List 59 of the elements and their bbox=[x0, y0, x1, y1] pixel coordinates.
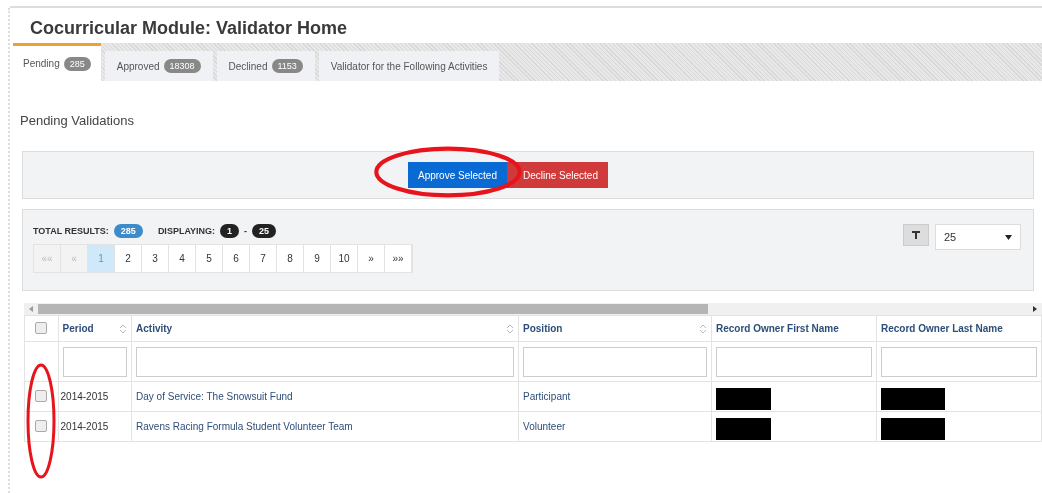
table-cell: Day of Service: The Snowsuit Fund bbox=[136, 391, 293, 402]
page-title: Cocurricular Module: Validator Home bbox=[30, 18, 349, 39]
table-cell: Ravens Racing Formula Student Volunteer Team bbox=[136, 421, 353, 432]
sort-icon[interactable] bbox=[698, 323, 707, 334]
column-header[interactable]: Activity bbox=[136, 323, 173, 334]
page-link[interactable]: 7 bbox=[250, 245, 277, 272]
tab[interactable]: Approved 18308 bbox=[104, 51, 213, 81]
page-link[interactable]: »» bbox=[385, 245, 412, 272]
column-header[interactable]: Position bbox=[523, 323, 563, 334]
page-link[interactable]: 9 bbox=[304, 245, 331, 272]
table-cell: 2014-2015 bbox=[60, 421, 109, 432]
row-checkbox[interactable] bbox=[35, 419, 48, 432]
page-link[interactable]: » bbox=[358, 245, 385, 272]
page-link[interactable]: 8 bbox=[277, 245, 304, 272]
column-filter-field[interactable] bbox=[881, 346, 1037, 377]
page-link[interactable]: 4 bbox=[169, 245, 196, 272]
displaying-label: DISPLAYING: bbox=[157, 226, 216, 236]
column-filter-field[interactable] bbox=[62, 346, 128, 377]
page-size-select[interactable]: 25 bbox=[935, 224, 1021, 250]
sort-icon[interactable] bbox=[119, 323, 128, 334]
table-cell: Volunteer bbox=[523, 421, 566, 432]
section-title: Pending Validations bbox=[19, 112, 135, 126]
action-button[interactable]: Decline Selected bbox=[506, 162, 608, 188]
filter-icon bbox=[912, 231, 920, 239]
action-button[interactable]: Approve Selected bbox=[408, 162, 507, 188]
scroll-left-icon[interactable] bbox=[28, 306, 34, 312]
column-filter-field[interactable] bbox=[136, 346, 515, 377]
page-link[interactable]: 3 bbox=[142, 245, 169, 272]
column-filter-field[interactable] bbox=[715, 346, 872, 377]
page-link[interactable]: 5 bbox=[196, 245, 223, 272]
page-link[interactable]: 10 bbox=[331, 245, 358, 272]
column-header[interactable]: Period bbox=[62, 323, 94, 334]
caret-icon bbox=[1005, 234, 1012, 240]
table-cell: 2014-2015 bbox=[60, 391, 109, 402]
count-badge: 1153 bbox=[271, 59, 303, 73]
redaction-bar bbox=[881, 417, 945, 440]
tab[interactable]: Pending 285 bbox=[13, 43, 101, 81]
page-link[interactable]: 2 bbox=[115, 245, 142, 272]
tab[interactable]: Validator for the Following Activities bbox=[318, 51, 500, 81]
horizontal-scrollbar[interactable] bbox=[24, 303, 1042, 315]
page-link[interactable]: 6 bbox=[223, 245, 250, 272]
total-badge: 285 bbox=[113, 224, 143, 238]
row-checkbox[interactable] bbox=[35, 389, 48, 402]
total-label: TOTAL RESULTS: bbox=[33, 226, 109, 236]
redaction-bar bbox=[715, 417, 771, 440]
scroll-right-icon[interactable] bbox=[1032, 306, 1038, 312]
filter-button[interactable] bbox=[903, 224, 929, 246]
range-separator: - bbox=[244, 226, 248, 236]
tab[interactable]: Declined 1153 bbox=[216, 51, 315, 81]
column-filter-field[interactable] bbox=[523, 346, 707, 377]
table-cell: Participant bbox=[523, 391, 571, 402]
range-end-badge: 25 bbox=[252, 224, 277, 238]
redaction-bar bbox=[715, 387, 771, 410]
count-badge: 285 bbox=[63, 56, 91, 71]
range-start-badge: 1 bbox=[220, 224, 240, 238]
select-all-checkbox[interactable] bbox=[35, 321, 48, 334]
redaction-bar bbox=[881, 387, 945, 410]
sort-icon[interactable] bbox=[506, 323, 515, 334]
count-badge: 18308 bbox=[163, 59, 201, 73]
